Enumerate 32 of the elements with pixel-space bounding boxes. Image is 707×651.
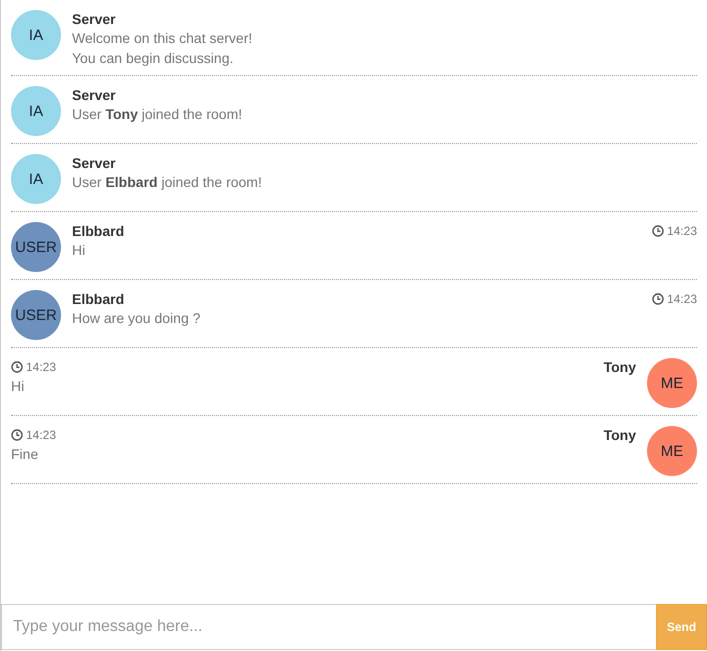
clock-icon: [11, 429, 23, 441]
message-text: User Elbbard joined the room!: [72, 173, 263, 192]
message-text: You can begin discussing.: [72, 49, 234, 68]
author-name: Tony: [604, 426, 636, 444]
author-name: Server: [72, 86, 116, 104]
message-text: Fine: [11, 445, 40, 464]
message-text: How are you doing ?: [72, 309, 202, 328]
message-time: 14:23: [11, 428, 56, 442]
author-name: Server: [72, 154, 116, 172]
author-name: Elbbard: [72, 290, 124, 308]
message-time: 14:23: [652, 224, 697, 238]
avatar: USER: [11, 222, 61, 272]
message-input[interactable]: Type your message here...: [1, 604, 656, 650]
author-name: Elbbard: [72, 222, 124, 240]
author-name: Tony: [604, 358, 636, 376]
clock-icon: [652, 225, 664, 237]
avatar: USER: [11, 290, 61, 340]
message-text: Hi: [11, 377, 26, 396]
author-name: Server: [72, 10, 116, 28]
avatar: IA: [11, 10, 61, 60]
avatar: IA: [11, 154, 61, 204]
avatar: IA: [11, 86, 61, 136]
message-time: 14:23: [11, 360, 56, 374]
send-button[interactable]: Send: [656, 604, 707, 650]
message-text: Hi: [72, 241, 86, 260]
avatar: ME: [647, 358, 697, 408]
clock-icon: [652, 293, 664, 305]
avatar: ME: [647, 426, 697, 476]
message-time: 14:23: [652, 292, 697, 306]
message-text: User Tony joined the room!: [72, 105, 244, 124]
clock-icon: [11, 361, 23, 373]
message-text: Welcome on this chat server!: [72, 29, 254, 48]
